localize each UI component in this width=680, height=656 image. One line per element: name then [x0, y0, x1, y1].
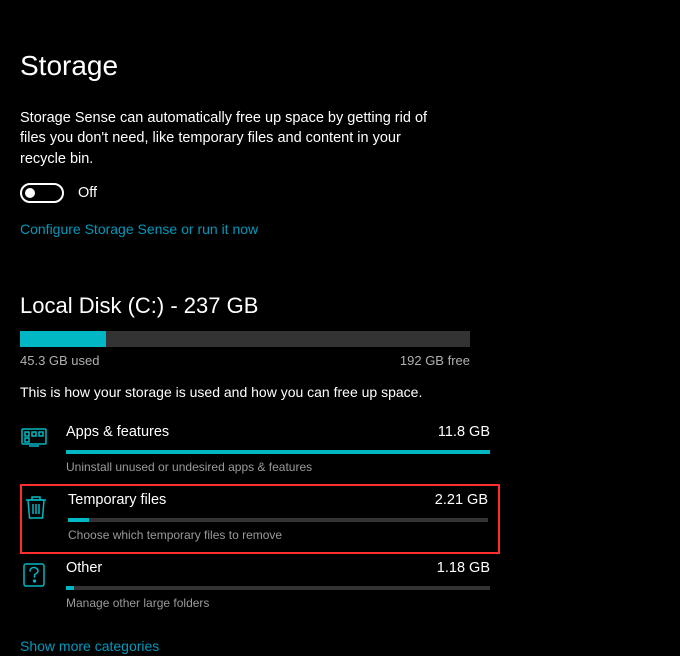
storage-sense-toggle-row: Off [20, 183, 660, 203]
category-bar [66, 450, 490, 454]
show-more-categories-link[interactable]: Show more categories [20, 638, 159, 654]
usage-hint: This is how your storage is used and how… [20, 384, 660, 400]
disk-usage-bar [20, 331, 470, 347]
category-hint: Manage other large folders [66, 596, 490, 610]
category-body: Other 1.18 GB Manage other large folders [66, 560, 500, 610]
category-body: Temporary files 2.21 GB Choose which tempo… [68, 492, 498, 542]
disk-stats: 45.3 GB used 192 GB free [20, 353, 470, 368]
category-hint: Choose which temporary files to remove [68, 528, 488, 542]
category-name: Other [66, 560, 102, 576]
disk-free-label: 192 GB free [400, 353, 470, 368]
toggle-knob [25, 188, 35, 198]
category-bar [66, 586, 490, 590]
category-size: 2.21 GB [435, 492, 488, 508]
disk-header: Local Disk (C:) - 237 GB [20, 293, 660, 319]
category-bar-fill [66, 450, 490, 454]
category-bar [68, 518, 488, 522]
storage-sense-toggle[interactable] [20, 183, 64, 203]
disk-used-label: 45.3 GB used [20, 353, 100, 368]
configure-storage-sense-link[interactable]: Configure Storage Sense or run it now [20, 221, 660, 237]
category-bar-fill [66, 586, 74, 590]
category-hint: Uninstall unused or undesired apps & fea… [66, 460, 490, 474]
trash-icon [22, 492, 50, 542]
category-other[interactable]: Other 1.18 GB Manage other large folders [20, 554, 500, 620]
storage-sense-description: Storage Sense can automatically free up … [20, 108, 450, 169]
category-temporary-files[interactable]: Temporary files 2.21 GB Choose which tempo… [20, 484, 500, 554]
question-icon [20, 560, 48, 610]
disk-usage-bar-fill [20, 331, 106, 347]
category-bar-fill [68, 518, 89, 522]
category-size: 1.18 GB [437, 560, 490, 576]
page-title: Storage [20, 50, 660, 82]
category-apps-features[interactable]: Apps & features 11.8 GB Uninstall unused o… [20, 418, 500, 484]
toggle-state-label: Off [78, 185, 97, 201]
category-body: Apps & features 11.8 GB Uninstall unused o… [66, 424, 500, 474]
category-size: 11.8 GB [438, 424, 490, 440]
category-name: Apps & features [66, 424, 169, 440]
category-name: Temporary files [68, 492, 166, 508]
apps-icon [20, 424, 48, 474]
